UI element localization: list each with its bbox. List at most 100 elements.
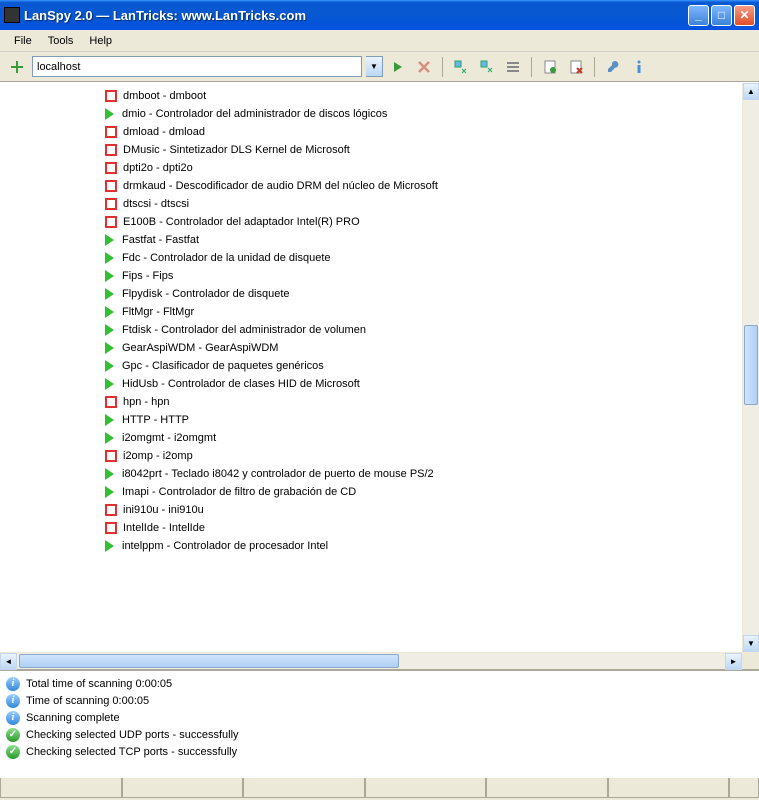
scroll-track[interactable]: [17, 653, 725, 669]
tree-item[interactable]: E100B - Controlador del adaptador Intel(…: [0, 213, 759, 231]
play-icon: [105, 360, 114, 372]
tree-item[interactable]: dpti2o - dpti2o: [0, 159, 759, 177]
settings-button[interactable]: [602, 56, 624, 78]
tree-item[interactable]: drmkaud - Descodificador de audio DRM de…: [0, 177, 759, 195]
about-button[interactable]: [628, 56, 650, 78]
tree-item-label: dtscsi - dtscsi: [123, 198, 189, 210]
tree-item[interactable]: Imapi - Controlador de filtro de grabaci…: [0, 483, 759, 501]
tree-item[interactable]: i2omp - i2omp: [0, 447, 759, 465]
check-icon: ✓: [6, 745, 20, 759]
tree-item[interactable]: HTTP - HTTP: [0, 411, 759, 429]
window-controls: _ □ ✕: [688, 5, 755, 26]
horizontal-scrollbar[interactable]: ◄ ►: [0, 652, 759, 669]
tree-item[interactable]: FltMgr - FltMgr: [0, 303, 759, 321]
add-host-button[interactable]: [6, 56, 28, 78]
play-icon: [105, 234, 114, 246]
tree-item-label: dpti2o - dpti2o: [123, 162, 193, 174]
scroll-up-button[interactable]: ▲: [743, 83, 759, 100]
document-icon: [542, 59, 558, 75]
list-button[interactable]: [502, 56, 524, 78]
titlebar[interactable]: LanSpy 2.0 — LanTricks: www.LanTricks.co…: [0, 0, 759, 30]
scroll-left-button[interactable]: ◄: [0, 653, 17, 670]
status-cell: [486, 778, 608, 798]
stop-icon: [105, 162, 117, 174]
menu-file[interactable]: File: [6, 33, 40, 49]
play-icon: [105, 324, 114, 336]
tree-item[interactable]: Fastfat - Fastfat: [0, 231, 759, 249]
go-button[interactable]: [387, 56, 409, 78]
scroll-right-button[interactable]: ►: [725, 653, 742, 670]
tree-item[interactable]: Fdc - Controlador de la unidad de disque…: [0, 249, 759, 267]
tree-item[interactable]: Gpc - Clasificador de paquetes genéricos: [0, 357, 759, 375]
tree-item[interactable]: GearAspiWDM - GearAspiWDM: [0, 339, 759, 357]
play-icon: [105, 432, 114, 444]
scroll-down-button[interactable]: ▼: [743, 635, 759, 652]
tree-item-label: Gpc - Clasificador de paquetes genéricos: [122, 360, 324, 372]
play-icon: [105, 378, 114, 390]
tree-item[interactable]: intelppm - Controlador de procesador Int…: [0, 537, 759, 555]
tree-item[interactable]: hpn - hpn: [0, 393, 759, 411]
stop-button[interactable]: [413, 56, 435, 78]
minimize-button[interactable]: _: [688, 5, 709, 26]
status-cell: [122, 778, 244, 798]
tree-item[interactable]: ini910u - ini910u: [0, 501, 759, 519]
wrench-icon: [605, 59, 621, 75]
tree-item[interactable]: dmboot - dmboot: [0, 87, 759, 105]
maximize-button[interactable]: □: [711, 5, 732, 26]
stop-icon: [105, 396, 117, 408]
tree-item[interactable]: i2omgmt - i2omgmt: [0, 429, 759, 447]
tree-item-label: dmio - Controlador del administrador de …: [122, 108, 387, 120]
log-panel[interactable]: iTotal time of scanning 0:00:05iTime of …: [0, 669, 759, 777]
tree-item[interactable]: dtscsi - dtscsi: [0, 195, 759, 213]
clear-button[interactable]: [565, 56, 587, 78]
vertical-scrollbar[interactable]: ▲ ▼: [742, 83, 759, 652]
tree-item-label: i2omgmt - i2omgmt: [122, 432, 216, 444]
tree-item[interactable]: i8042prt - Teclado i8042 y controlador d…: [0, 465, 759, 483]
tree-item-label: E100B - Controlador del adaptador Intel(…: [123, 216, 360, 228]
stop-icon: [105, 144, 117, 156]
scroll-track[interactable]: [743, 100, 759, 635]
tree-item[interactable]: Fips - Fips: [0, 267, 759, 285]
plus-icon: [9, 59, 25, 75]
host-dropdown-button[interactable]: ▼: [366, 56, 383, 77]
cancel-icon: [416, 59, 432, 75]
play-icon: [105, 108, 114, 120]
window-title: LanSpy 2.0 — LanTricks: www.LanTricks.co…: [24, 8, 688, 23]
tree-item[interactable]: HidUsb - Controlador de clases HID de Mi…: [0, 375, 759, 393]
menu-tools[interactable]: Tools: [40, 33, 82, 49]
tree-item[interactable]: IntelIde - IntelIde: [0, 519, 759, 537]
play-icon: [105, 252, 114, 264]
tree-item[interactable]: Flpydisk - Controlador de disquete: [0, 285, 759, 303]
menu-help[interactable]: Help: [81, 33, 120, 49]
play-icon: [105, 270, 114, 282]
info-icon: i: [6, 711, 20, 725]
expand-button[interactable]: [450, 56, 472, 78]
scroll-thumb[interactable]: [744, 325, 758, 405]
collapse-button[interactable]: [476, 56, 498, 78]
tree-item[interactable]: DMusic - Sintetizador DLS Kernel de Micr…: [0, 141, 759, 159]
play-icon: [105, 468, 114, 480]
status-cell: [729, 778, 759, 798]
tree-item-label: dmboot - dmboot: [123, 90, 206, 102]
app-icon: [4, 7, 20, 23]
tree-item-label: drmkaud - Descodificador de audio DRM de…: [123, 180, 438, 192]
scroll-thumb[interactable]: [19, 654, 399, 668]
scroll-corner: [742, 653, 759, 669]
tree-item-label: Imapi - Controlador de filtro de grabaci…: [122, 486, 356, 498]
tree-item-label: HidUsb - Controlador de clases HID de Mi…: [122, 378, 360, 390]
tree-item-label: dmload - dmload: [123, 126, 205, 138]
tree-item[interactable]: Ftdisk - Controlador del administrador d…: [0, 321, 759, 339]
log-entry-text: Scanning complete: [26, 712, 120, 724]
close-button[interactable]: ✕: [734, 5, 755, 26]
stop-icon: [105, 504, 117, 516]
tree-item-label: Flpydisk - Controlador de disquete: [122, 288, 290, 300]
host-input[interactable]: [32, 56, 362, 77]
log-entry-text: Checking selected TCP ports - successful…: [26, 746, 237, 758]
tree-panel[interactable]: dmboot - dmboot dmio - Controlador del ad…: [0, 83, 759, 652]
report-button[interactable]: [539, 56, 561, 78]
tree-item-label: IntelIde - IntelIde: [123, 522, 205, 534]
log-entry: iTotal time of scanning 0:00:05: [6, 675, 753, 692]
tree-item-label: Fips - Fips: [122, 270, 173, 282]
tree-item[interactable]: dmio - Controlador del administrador de …: [0, 105, 759, 123]
tree-item[interactable]: dmload - dmload: [0, 123, 759, 141]
